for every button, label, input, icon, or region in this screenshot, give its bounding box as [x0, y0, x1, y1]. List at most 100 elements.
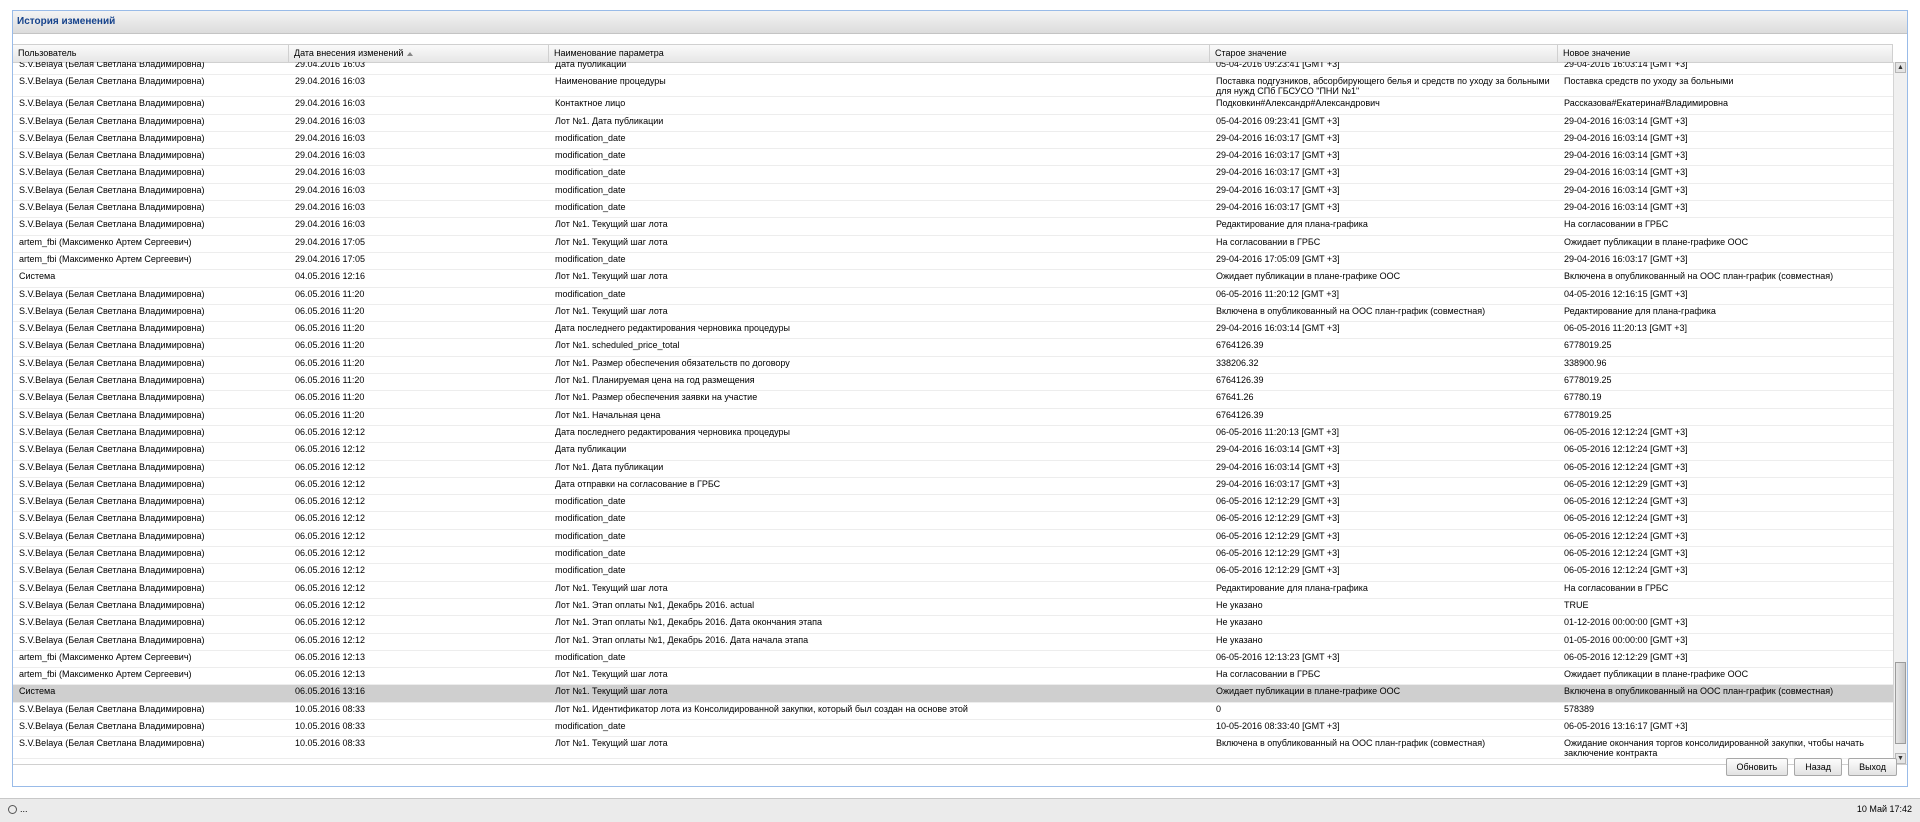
table-row[interactable]: Система 06.05.2016 13:16 Лот №1. Текущий ш… — [13, 685, 1893, 703]
table-row[interactable]: artem_fbi (Максименко Артем Сергеевич) 29… — [13, 253, 1893, 271]
cell-date: 06.05.2016 12:12 — [295, 461, 366, 472]
table-row[interactable]: S.V.Belaya (Белая Светлана Владимировна)… — [13, 512, 1893, 530]
cell-user: artem_fbi (Максименко Артем Сергеевич) — [19, 669, 192, 680]
cell-date: 29.04.2016 16:03 — [295, 76, 366, 87]
table-row[interactable]: S.V.Belaya (Белая Светлана Владимировна)… — [13, 115, 1893, 132]
table-row[interactable]: S.V.Belaya (Белая Светлана Владимировна)… — [13, 426, 1893, 444]
cell-date: 06.05.2016 11:20 — [295, 305, 365, 316]
column-header-old-value[interactable]: Старое значение — [1210, 45, 1558, 62]
table-row[interactable]: S.V.Belaya (Белая Светлана Владимировна)… — [13, 443, 1893, 461]
table-row[interactable]: S.V.Belaya (Белая Светлана Владимировна)… — [13, 339, 1893, 357]
table-row[interactable]: S.V.Belaya (Белая Светлана Владимировна)… — [13, 564, 1893, 582]
cell-old-value: Включена в опубликованный на ООС план-гр… — [1216, 305, 1486, 316]
cell-user: artem_fbi (Максименко Артем Сергеевич) — [19, 236, 192, 247]
back-button[interactable]: Назад — [1794, 758, 1843, 776]
table-row[interactable]: S.V.Belaya (Белая Светлана Владимировна)… — [13, 616, 1893, 634]
cell-user: S.V.Belaya (Белая Светлана Владимировна) — [19, 357, 205, 368]
table-row[interactable]: S.V.Belaya (Белая Светлана Владимировна)… — [13, 547, 1893, 565]
status-left: ... — [8, 799, 28, 819]
cell-date: 06.05.2016 12:12 — [295, 565, 366, 576]
cell-date: 06.05.2016 11:20 — [295, 375, 365, 386]
cell-new-value: 01-12-2016 00:00:00 [GMT +3] — [1564, 617, 1688, 628]
cell-parameter: Наименование процедуры — [555, 76, 666, 87]
table-row[interactable]: S.V.Belaya (Белая Светлана Владимировна)… — [13, 201, 1893, 219]
table-row[interactable]: S.V.Belaya (Белая Светлана Владимировна)… — [13, 495, 1893, 513]
cell-user: S.V.Belaya (Белая Светлана Владимировна) — [19, 582, 205, 593]
grid-body[interactable]: S.V.Belaya (Белая Светлана Владимировна)… — [13, 62, 1893, 764]
cell-new-value: 29-04-2016 16:03:14 [GMT +3] — [1564, 150, 1688, 161]
grid-header: Пользователь Дата внесения изменений Наи… — [13, 44, 1893, 63]
table-row[interactable]: S.V.Belaya (Белая Светлана Владимировна)… — [13, 737, 1893, 760]
cell-date: 29.04.2016 16:03 — [295, 167, 366, 178]
cell-new-value: 06-05-2016 12:12:24 [GMT +3] — [1564, 461, 1688, 472]
cell-user: S.V.Belaya (Белая Светлана Владимировна) — [19, 513, 205, 524]
cell-old-value: 05-04-2016 09:23:41 [GMT +3] — [1216, 115, 1340, 126]
table-row[interactable]: S.V.Belaya (Белая Светлана Владимировна)… — [13, 530, 1893, 548]
cell-date: 29.04.2016 16:03 — [295, 184, 366, 195]
cell-user: S.V.Belaya (Белая Светлана Владимировна) — [19, 305, 205, 316]
grid-rows: S.V.Belaya (Белая Светлана Владимировна)… — [13, 62, 1893, 760]
cell-parameter: Лот №1. Текущий шаг лота — [555, 686, 668, 697]
cell-new-value: 06-05-2016 12:12:24 [GMT +3] — [1564, 444, 1688, 455]
table-row[interactable]: S.V.Belaya (Белая Светлана Владимировна)… — [13, 391, 1893, 409]
table-row[interactable]: artem_fbi (Максименко Артем Сергеевич) 06… — [13, 668, 1893, 686]
column-header-parameter[interactable]: Наименование параметра — [549, 45, 1210, 62]
table-row[interactable]: S.V.Belaya (Белая Светлана Владимировна)… — [13, 166, 1893, 184]
table-row[interactable]: S.V.Belaya (Белая Светлана Владимировна)… — [13, 132, 1893, 150]
table-row[interactable]: S.V.Belaya (Белая Светлана Владимировна)… — [13, 357, 1893, 375]
cell-date: 06.05.2016 11:20 — [295, 392, 365, 403]
table-row[interactable]: S.V.Belaya (Белая Светлана Владимировна)… — [13, 409, 1893, 426]
table-row[interactable]: artem_fbi (Максименко Артем Сергеевич) 29… — [13, 236, 1893, 253]
table-row[interactable]: S.V.Belaya (Белая Светлана Владимировна)… — [13, 305, 1893, 323]
table-row[interactable]: S.V.Belaya (Белая Светлана Владимировна)… — [13, 478, 1893, 496]
history-grid: Пользователь Дата внесения изменений Наи… — [13, 34, 1907, 765]
column-header-new-value[interactable]: Новое значение — [1558, 45, 1893, 62]
column-header-label: Новое значение — [1563, 48, 1631, 58]
vertical-scrollbar[interactable]: ▲ ▼ — [1893, 62, 1907, 764]
column-header-user[interactable]: Пользователь — [13, 45, 289, 62]
table-row[interactable]: S.V.Belaya (Белая Светлана Владимировна)… — [13, 582, 1893, 599]
table-row[interactable]: S.V.Belaya (Белая Светлана Владимировна)… — [13, 62, 1893, 76]
cell-date: 06.05.2016 12:12 — [295, 617, 366, 628]
cell-new-value: 6778019.25 — [1564, 340, 1612, 351]
cell-user: S.V.Belaya (Белая Светлана Владимировна) — [19, 720, 205, 731]
table-row[interactable]: S.V.Belaya (Белая Светлана Владимировна)… — [13, 75, 1893, 98]
exit-button[interactable]: Выход — [1848, 758, 1897, 776]
cell-new-value: 06-05-2016 12:12:29 [GMT +3] — [1564, 478, 1688, 489]
cell-date: 06.05.2016 11:20 — [295, 323, 365, 334]
table-row[interactable]: artem_fbi (Максименко Артем Сергеевич) 06… — [13, 651, 1893, 669]
table-row[interactable]: S.V.Belaya (Белая Светлана Владимировна)… — [13, 634, 1893, 651]
table-row[interactable]: S.V.Belaya (Белая Светлана Владимировна)… — [13, 149, 1893, 167]
column-header-date[interactable]: Дата внесения изменений — [289, 45, 549, 62]
table-row[interactable]: Система 04.05.2016 12:16 Лот №1. Текущий ш… — [13, 270, 1893, 288]
cell-parameter: Лот №1. Размер обеспечения заявки на уча… — [555, 392, 758, 403]
table-row[interactable]: S.V.Belaya (Белая Светлана Владимировна)… — [13, 720, 1893, 738]
scroll-up-arrow-icon[interactable]: ▲ — [1895, 62, 1906, 73]
cell-date: 06.05.2016 12:12 — [295, 582, 366, 593]
table-row[interactable]: S.V.Belaya (Белая Светлана Владимировна)… — [13, 599, 1893, 617]
table-row[interactable]: S.V.Belaya (Белая Светлана Владимировна)… — [13, 322, 1893, 340]
cell-new-value: 01-05-2016 00:00:00 [GMT +3] — [1564, 634, 1688, 645]
table-row[interactable]: S.V.Belaya (Белая Светлана Владимировна)… — [13, 374, 1893, 392]
table-row[interactable]: S.V.Belaya (Белая Светлана Владимировна)… — [13, 97, 1893, 115]
cell-date: 29.04.2016 16:03 — [295, 202, 366, 213]
cell-old-value: 06-05-2016 12:12:29 [GMT +3] — [1216, 496, 1340, 507]
refresh-button[interactable]: Обновить — [1725, 758, 1789, 776]
cell-new-value: 578389 — [1564, 703, 1595, 714]
table-row[interactable]: S.V.Belaya (Белая Светлана Владимировна)… — [13, 184, 1893, 202]
cell-parameter: Лот №1. Этап оплаты №1, Декабрь 2016. Да… — [555, 634, 809, 645]
cell-user: S.V.Belaya (Белая Светлана Владимировна) — [19, 288, 205, 299]
cell-date: 06.05.2016 11:20 — [295, 357, 365, 368]
cell-parameter: Лот №1. Этап оплаты №1, Декабрь 2016. ac… — [555, 599, 755, 610]
table-row[interactable]: S.V.Belaya (Белая Светлана Владимировна)… — [13, 288, 1893, 305]
history-panel: История изменений Пользователь Дата внес… — [12, 10, 1908, 787]
cell-user: S.V.Belaya (Белая Светлана Владимировна) — [19, 548, 205, 559]
cell-new-value: 29-04-2016 16:03:14 [GMT +3] — [1564, 184, 1688, 195]
table-row[interactable]: S.V.Belaya (Белая Светлана Владимировна)… — [13, 218, 1893, 236]
table-row[interactable]: S.V.Belaya (Белая Светлана Владимировна)… — [13, 703, 1893, 720]
scroll-thumb[interactable] — [1895, 662, 1906, 744]
cell-new-value: Включена в опубликованный на ООС план-гр… — [1564, 686, 1834, 697]
table-row[interactable]: S.V.Belaya (Белая Светлана Владимировна)… — [13, 461, 1893, 478]
cell-parameter: Лот №1. Начальная цена — [555, 409, 661, 420]
cell-new-value: 29-04-2016 16:03:17 [GMT +3] — [1564, 253, 1688, 264]
